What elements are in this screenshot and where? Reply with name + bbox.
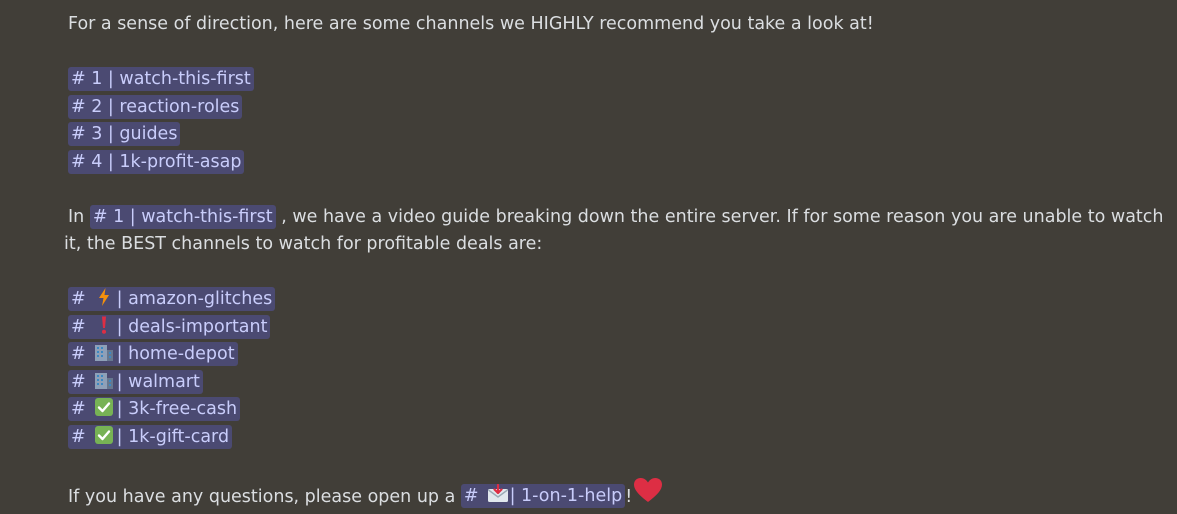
check-box-icon [94,397,114,417]
channel-line: # 1 | watch-this-first [64,66,1134,94]
channel-line: # | 3k-free-cash [64,396,1134,424]
channel-label: | walmart [116,371,200,392]
channel-label: | amazon-glitches [116,289,273,309]
channel-hash: # [71,316,86,337]
channel-label: | 1-on-1-help [509,486,623,507]
channel-hash: # [71,371,86,392]
channel-mention-watch-this-first[interactable]: # 1 | watch-this-first [68,67,254,91]
chat-message: For a sense of direction, here are some … [64,11,1164,509]
channel-mention-reaction-roles[interactable]: # 2 | reaction-roles [68,94,243,119]
building-icon [94,342,114,362]
channel-mention-home-depot[interactable]: # | home-depot [68,342,238,366]
channel-hash: # [71,289,86,309]
channel-mention-watch-this-first-inline[interactable]: # 1 | watch-this-first [89,204,276,229]
channel-line: # 4 | 1k-profit-asap [64,149,1134,177]
channel-mention-1-on-1-help[interactable]: # | 1-on-1-help [460,484,626,509]
channel-hash: # [71,426,86,447]
channel-mention-1k-profit-asap[interactable]: # 4 | 1k-profit-asap [68,149,245,174]
check-box-icon [94,425,114,445]
channel-line: # 3 | guides [64,121,1134,149]
closing-suffix: ! [625,486,633,507]
heart-icon [633,477,663,513]
paragraph-line-2: it, the BEST channels to watch for profi… [64,234,543,254]
channel-mention-deals-important[interactable]: # | deals-important [68,314,271,339]
channel-hash: # [463,486,479,507]
channel-label: | 1k-gift-card [116,426,230,447]
channel-line: # | 1k-gift-card [64,424,1134,452]
closing-line: If you have any questions, please open u… [64,477,1134,509]
channel-line: # | walmart [64,369,1134,397]
paragraph-suffix: , we have a video guide breaking down th… [281,206,1164,227]
channel-line: # | deals-important [64,314,1134,342]
channel-line: # | amazon-glitches [64,286,1134,314]
channel-mention-3k-free-cash[interactable]: # | 3k-free-cash [68,397,241,421]
channel-line: # | home-depot [64,341,1134,369]
channel-mention-amazon-glitches[interactable]: # | amazon-glitches [68,287,276,311]
lightning-icon [94,287,114,307]
paragraph-prefix: In [68,206,85,227]
envelope-icon [487,484,508,504]
channel-label: | 3k-free-cash [116,399,238,419]
building-icon [94,370,114,390]
paragraph-line-1: In # 1 | watch-this-first , we have a vi… [64,204,1164,232]
channel-line: # 2 | reaction-roles [64,94,1134,122]
closing-prefix: If you have any questions, please open u… [68,486,456,507]
channel-label: | deals-important [116,316,268,337]
channel-hash: # [71,399,86,419]
channel-hash: # [71,344,86,364]
channel-mention-1k-gift-card[interactable]: # | 1k-gift-card [68,424,233,449]
channel-label: | home-depot [116,344,235,364]
intro-text: For a sense of direction, here are some … [68,14,874,34]
channel-mention-guides[interactable]: # 3 | guides [68,122,181,146]
channel-mention-walmart[interactable]: # | walmart [68,369,203,394]
exclamation-icon [94,315,114,335]
